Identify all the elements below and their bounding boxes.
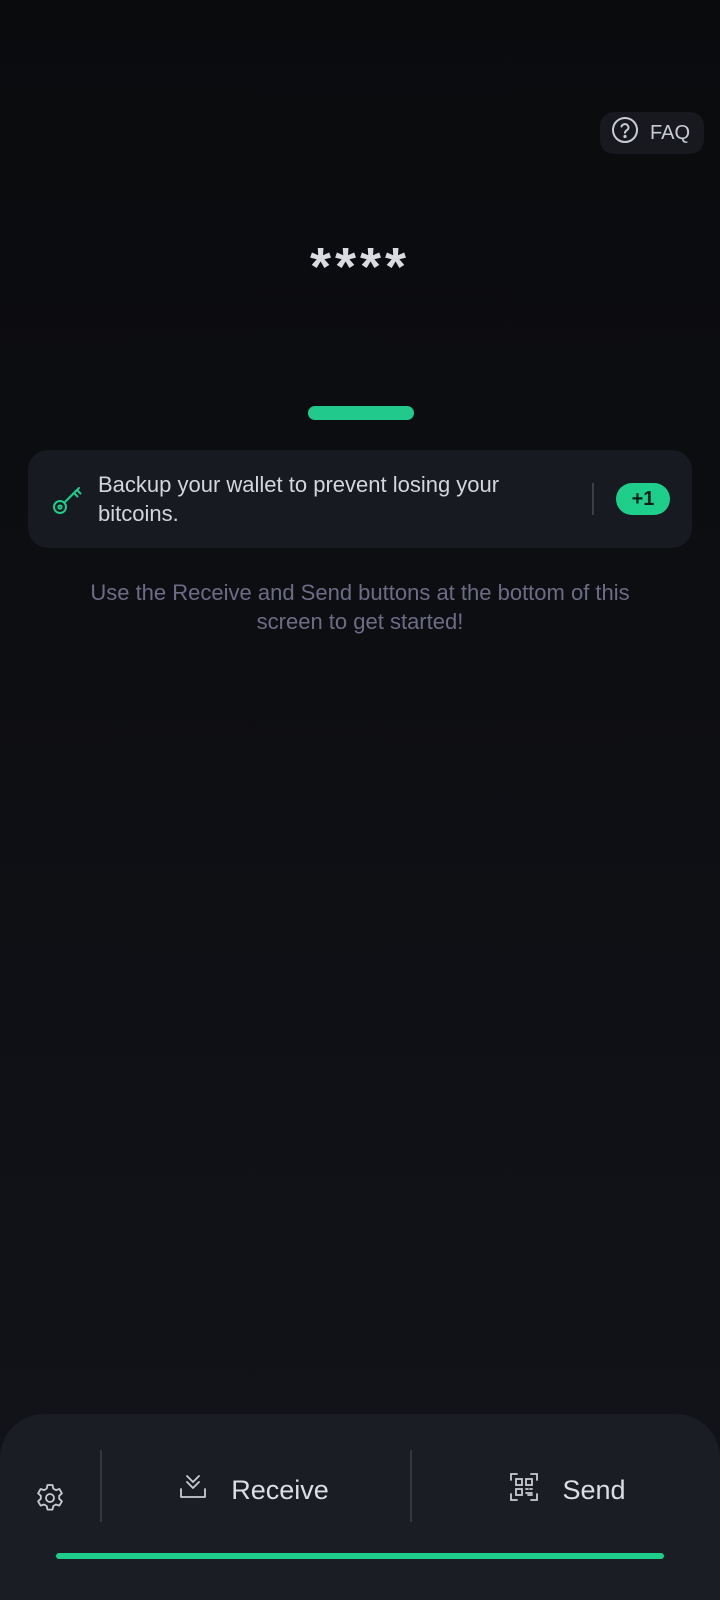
wallet-home-screen: FAQ **** Backup your wallet to prevent l… [0, 0, 720, 1600]
send-label: Send [562, 1474, 626, 1505]
backup-points-badge: +1 [616, 483, 670, 515]
key-icon [48, 479, 88, 519]
faq-label: FAQ [649, 121, 690, 144]
backup-divider [592, 483, 594, 515]
receive-label: Receive [231, 1474, 329, 1505]
faq-button[interactable]: FAQ [599, 112, 704, 154]
home-indicator [56, 1553, 664, 1559]
nav-divider-left [100, 1450, 102, 1522]
gear-icon [34, 1482, 66, 1519]
backup-reminder-card[interactable]: Backup your wallet to prevent losing you… [28, 450, 692, 548]
backup-message: Backup your wallet to prevent losing you… [98, 472, 500, 526]
nav-divider-right [410, 1450, 412, 1522]
send-button[interactable]: Send [414, 1454, 720, 1526]
bottom-action-bar: Receive Send [0, 1414, 720, 1600]
settings-button[interactable] [22, 1472, 78, 1528]
receive-button[interactable]: Receive [104, 1454, 402, 1526]
help-circle-icon [610, 115, 640, 151]
download-icon [177, 1471, 209, 1510]
sync-progress-indicator [308, 406, 414, 420]
balance-masked[interactable]: **** [0, 236, 720, 298]
qr-scan-icon [508, 1471, 540, 1510]
getting-started-hint: Use the Receive and Send buttons at the … [90, 580, 630, 634]
